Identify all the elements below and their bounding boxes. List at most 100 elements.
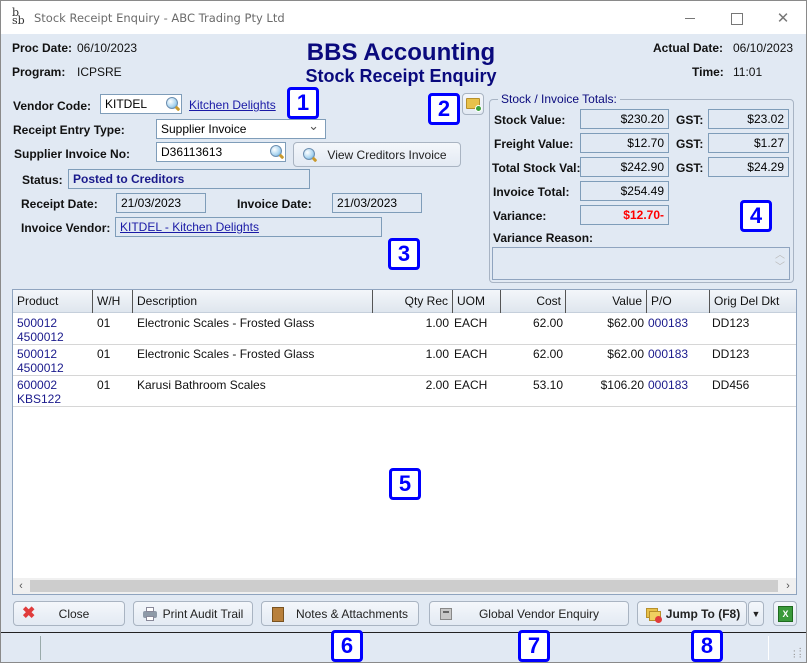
column-header-product[interactable]: Product	[13, 290, 93, 313]
freight-gst-label: GST:	[676, 137, 704, 151]
description-cell: Electronic Scales - Frosted Glass	[137, 316, 315, 330]
callout-badge-4: 4	[740, 200, 772, 232]
total-gst-label: GST:	[676, 161, 704, 175]
qty-cell: 1.00	[425, 347, 449, 361]
column-header-description[interactable]: Description	[133, 290, 373, 313]
po-cell[interactable]: 000183	[648, 347, 688, 361]
bbs-logo-icon: b sb	[12, 6, 25, 27]
column-header-cost[interactable]: Cost	[501, 290, 566, 313]
invoice-total-field: $254.49	[580, 181, 669, 201]
uom-cell: EACH	[454, 316, 488, 330]
column-header-value[interactable]: Value	[566, 290, 647, 313]
export-excel-button[interactable]: X	[773, 601, 797, 626]
maximize-button[interactable]	[727, 9, 747, 27]
scroll-thumb[interactable]	[30, 580, 778, 592]
print-audit-trail-button[interactable]: Print Audit Trail	[133, 601, 253, 626]
notes-attachments-button[interactable]: Notes & Attachments	[261, 601, 419, 626]
qty-cell: 1.00	[425, 316, 449, 330]
variance-reason-textarea[interactable]: ︿ ﹀	[492, 247, 790, 280]
po-cell[interactable]: 000183	[648, 316, 688, 330]
column-header-orig-del-dkt[interactable]: Orig Del Dkt	[710, 290, 796, 313]
clipboard-icon	[270, 606, 286, 622]
wh-cell: 01	[97, 347, 111, 361]
jump-to-button[interactable]: Jump To (F8)	[637, 601, 747, 626]
invoice-date-label: Invoice Date:	[237, 197, 312, 211]
global-vendor-enquiry-label: Global Vendor Enquiry	[478, 606, 600, 621]
column-header-uom[interactable]: UOM	[453, 290, 501, 313]
notes-attachments-label: Notes & Attachments	[295, 606, 409, 621]
column-header-po[interactable]: P/O	[647, 290, 710, 313]
column-header-qty-rec[interactable]: Qty Rec	[373, 290, 453, 313]
vendor-code-value: KITDEL	[105, 97, 148, 111]
qty-cell: 2.00	[425, 378, 449, 392]
receipt-lines-grid: Product W/H Description Qty Rec UOM Cost…	[12, 289, 797, 595]
red-x-icon: ✖	[22, 605, 36, 622]
close-window-button[interactable]: ✕	[773, 9, 793, 27]
invoice-vendor-link[interactable]: KITDEL - Kitchen Delights	[120, 220, 259, 234]
po-cell[interactable]: 000183	[648, 378, 688, 392]
invoice-lookup-icon[interactable]	[269, 144, 285, 160]
value-cell: $106.20	[600, 378, 644, 392]
scroll-left-icon[interactable]: ‹	[13, 578, 29, 594]
stock-gst-field: $23.02	[708, 109, 789, 129]
total-stock-val-value: $242.90	[620, 160, 664, 174]
close-button[interactable]: ✖ Close	[13, 601, 125, 626]
callout-badge-3: 3	[388, 238, 420, 270]
proc-date-value: 06/10/2023	[77, 41, 138, 55]
actual-date-label: Actual Date:	[653, 41, 724, 55]
totals-legend: Stock / Invoice Totals:	[498, 92, 620, 106]
table-row[interactable]: 500012 4500012 01 Electronic Scales - Fro…	[13, 314, 796, 345]
freight-gst-field: $1.27	[708, 133, 789, 153]
dropdown-arrow-icon: ▼	[751, 608, 761, 619]
uom-cell: EACH	[454, 378, 488, 392]
view-creditors-invoice-button[interactable]: View Creditors Invoice	[293, 142, 461, 167]
receipt-date-value: 21/03/2023	[121, 196, 182, 210]
status-field: Posted to Creditors	[68, 169, 310, 189]
variance-reason-scrollbar[interactable]: ︿ ﹀	[773, 250, 787, 277]
jump-to-dropdown-button[interactable]: ▼	[748, 601, 764, 626]
search-icon	[302, 147, 318, 163]
cost-cell: 53.10	[532, 378, 563, 392]
resize-grip-icon[interactable]: ⠠⠰ ⠰⠰	[790, 646, 802, 660]
invoice-date-value: 21/03/2023	[337, 196, 398, 210]
status-value: Posted to Creditors	[73, 172, 185, 186]
stock-value: $230.20	[620, 112, 664, 126]
filing-cabinet-icon	[438, 606, 454, 622]
column-header-wh[interactable]: W/H	[93, 290, 133, 313]
program-value: ICPSRE	[77, 65, 122, 79]
total-stock-val-label: Total Stock Val:	[492, 161, 581, 175]
wh-cell: 01	[97, 378, 111, 392]
description-cell: Karusi Bathroom Scales	[137, 378, 266, 392]
total-stock-val-field: $242.90	[580, 157, 669, 177]
value-cell: $62.00	[607, 347, 644, 361]
horizontal-scrollbar[interactable]: ‹ ›	[13, 578, 796, 594]
stock-gst-label: GST:	[676, 113, 704, 127]
cost-cell: 62.00	[532, 316, 563, 330]
grid-header: Product W/H Description Qty Rec UOM Cost…	[13, 290, 796, 313]
status-bar: ⠠⠰ ⠰⠰	[1, 633, 806, 662]
receipt-date-label: Receipt Date:	[21, 197, 98, 211]
product-cell: 600002 KBS122	[17, 378, 61, 406]
table-row[interactable]: 600002 KBS122 01 Karusi Bathroom Scales 2…	[13, 376, 796, 407]
close-label: Close	[58, 606, 90, 621]
freight-value-field: $12.70	[580, 133, 669, 153]
vendor-name-link[interactable]: Kitchen Delights	[189, 98, 276, 112]
callout-badge-5: 5	[389, 468, 421, 500]
product-code: 500012	[17, 316, 58, 330]
receipt-entry-type-select[interactable]: Supplier Invoice	[156, 119, 326, 139]
minimize-button[interactable]	[680, 9, 700, 27]
table-row[interactable]: 500012 4500012 01 Electronic Scales - Fro…	[13, 345, 796, 376]
plus-badge-icon	[475, 105, 482, 112]
supplier-invoice-no-input[interactable]: D36113613	[156, 142, 286, 162]
global-vendor-enquiry-button[interactable]: Global Vendor Enquiry	[429, 601, 629, 626]
supplier-product-code: 4500012	[17, 330, 64, 344]
stock-value-label: Stock Value:	[494, 113, 566, 127]
invoice-vendor-label: Invoice Vendor:	[21, 221, 111, 235]
add-document-button[interactable]	[462, 93, 484, 115]
del-dkt-cell: DD123	[712, 347, 750, 361]
callout-badge-7: 7	[518, 630, 550, 662]
vendor-lookup-icon[interactable]	[165, 96, 181, 112]
proc-date-label: Proc Date:	[12, 41, 73, 55]
scroll-right-icon[interactable]: ›	[780, 578, 796, 594]
invoice-date-field: 21/03/2023	[332, 193, 422, 213]
